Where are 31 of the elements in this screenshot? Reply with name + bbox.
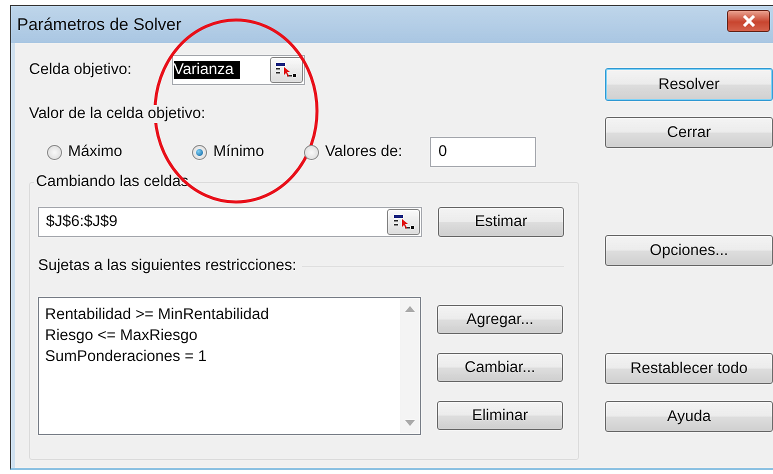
constraint-item[interactable]: Riesgo <= MaxRiesgo <box>45 325 394 346</box>
value-field[interactable]: 0 <box>430 137 536 167</box>
estimate-button[interactable]: Estimar <box>438 207 564 237</box>
radio-option[interactable]: Mínimo <box>192 143 264 161</box>
constraint-item[interactable]: SumPonderaciones = 1 <box>45 346 394 367</box>
range-picker-button[interactable] <box>387 209 420 235</box>
constraints-list[interactable]: Rentabilidad >= MinRentabilidad Riesgo <= MaxRiesgo SumPonderaciones = 1 <box>38 297 421 435</box>
constraint-action-button[interactable]: Agregar... <box>437 305 563 334</box>
radio-option[interactable]: Máximo <box>47 143 122 161</box>
target-value-label: Valor de la celda objetivo: <box>29 105 206 123</box>
radio-option[interactable]: Valores de: <box>304 143 402 161</box>
dialog-button[interactable]: Cerrar <box>605 117 773 148</box>
constraint-action-button[interactable]: Eliminar <box>437 401 563 430</box>
target-cell-field[interactable]: Varianza <box>172 55 305 85</box>
range-picker-button[interactable] <box>270 57 303 83</box>
changing-cells-field[interactable]: $J$6:$J$9 <box>38 207 422 237</box>
dialog-button[interactable]: Ayuda <box>605 401 773 432</box>
constraint-item[interactable]: Rentabilidad >= MinRentabilidad <box>45 304 394 325</box>
dialog-button[interactable]: Resolver <box>605 68 773 101</box>
range-picker-icon <box>392 214 414 230</box>
changing-cells-value: $J$6:$J$9 <box>45 213 119 231</box>
value-text: 0 <box>437 143 448 161</box>
constraints-label: Sujetas a las siguientes restricciones: <box>38 257 296 275</box>
target-cell-label: Celda objetivo: <box>29 61 132 79</box>
dialog-button[interactable]: Restablecer todo <box>605 353 773 384</box>
dialog-button[interactable]: Opciones... <box>605 235 773 266</box>
constraint-action-button[interactable]: Cambiar... <box>437 353 563 382</box>
close-button[interactable] <box>727 10 770 32</box>
close-icon <box>742 14 756 26</box>
window-title: Parámetros de Solver <box>17 14 182 34</box>
range-picker-icon <box>275 62 298 78</box>
